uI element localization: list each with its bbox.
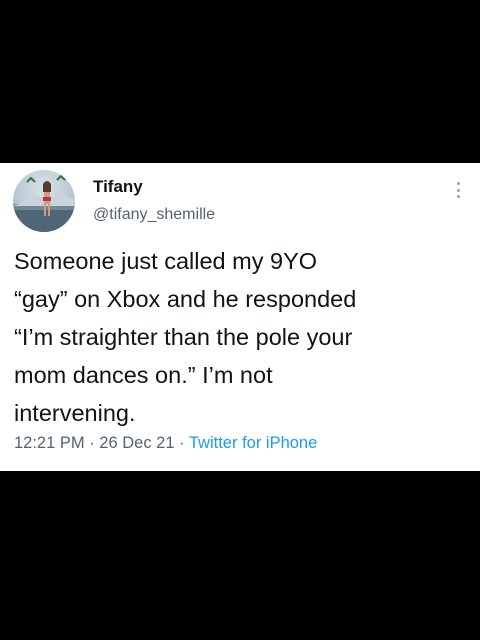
tweet-card: Tifany @tifany_shemille Someone just cal… [0, 163, 480, 471]
user-handle[interactable]: @tifany_shemille [93, 206, 215, 224]
display-name[interactable]: Tifany [93, 177, 143, 197]
tweet-date[interactable]: 26 Dec 21 [99, 434, 174, 452]
avatar[interactable] [13, 170, 75, 232]
tweet-time[interactable]: 12:21 PM [14, 434, 85, 452]
separator: · [84, 434, 100, 452]
tweet-source-link[interactable]: Twitter for iPhone [189, 434, 317, 452]
tweet-metadata: 12:21 PM · 26 Dec 21 · Twitter for iPhon… [14, 434, 317, 453]
tweet-text-line: “gay” on Xbox and he responded [14, 286, 357, 312]
tweet-text-line: Someone just called my 9YO [14, 248, 318, 274]
more-vertical-icon[interactable] [452, 180, 464, 200]
tweet-text-line: mom dances on.” I’m not [14, 362, 273, 388]
tweet-text-line: “I’m straighter than the pole your [14, 324, 353, 350]
tweet-text-line: intervening. [14, 400, 136, 426]
separator: · [174, 434, 189, 452]
tweet-text: Someone just called my 9YO “gay” on Xbox… [14, 242, 472, 432]
avatar-image [13, 174, 75, 232]
